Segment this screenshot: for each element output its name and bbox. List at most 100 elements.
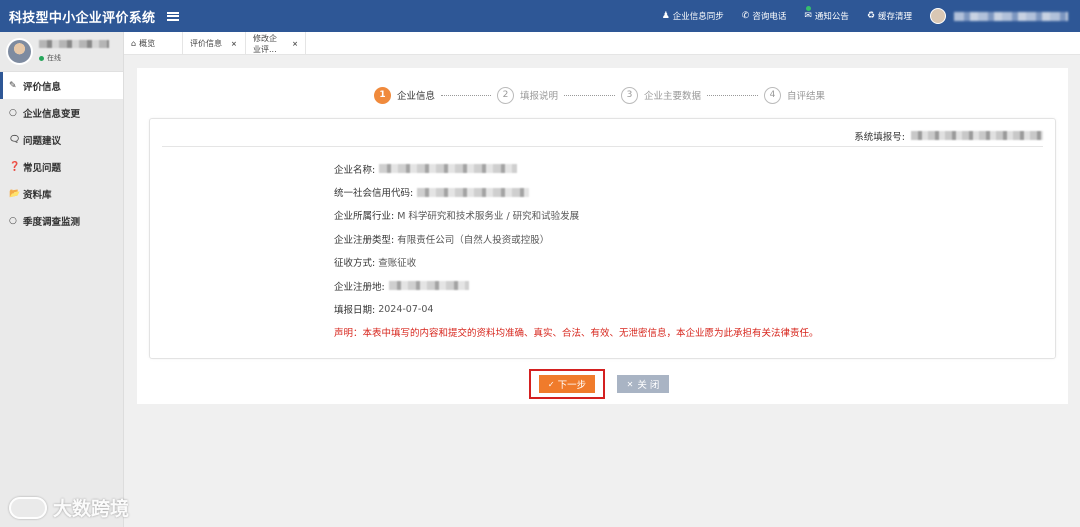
online-status-label: 在线	[47, 54, 61, 62]
menu-toggle-icon[interactable]	[167, 11, 180, 21]
field-industry: 企业所属行业: M 科学研究和技术服务业 / 研究和试验发展	[334, 204, 819, 227]
step-label: 填报说明	[520, 91, 559, 102]
clear-cache-label: 缓存清理	[877, 12, 912, 22]
consult-phone-label: 咨询电话	[752, 12, 787, 22]
field-report-date: 填报日期: 2024-07-04	[334, 297, 819, 320]
sidebar-item-suggestions[interactable]: 🗨 问题建议	[0, 126, 123, 153]
sidebar-item-faq[interactable]: ❓ 常见问题	[0, 153, 123, 180]
mail-icon: ✉	[804, 11, 812, 21]
sidebar-avatar	[6, 38, 33, 65]
circle-icon: ○	[9, 215, 17, 226]
step-number: 2	[497, 86, 515, 104]
sidebar-item-label: 常见问题	[23, 162, 62, 174]
sync-company-info-button[interactable]: ♟ 企业信息同步	[662, 10, 724, 22]
field-label: 企业注册类型:	[334, 234, 395, 246]
step-number: 1	[374, 86, 391, 104]
sidebar-item-label: 资料库	[23, 189, 52, 201]
sidebar-item-label: 企业信息变更	[23, 108, 81, 120]
redacted-value	[379, 164, 518, 174]
sidebar-item-company-change[interactable]: ○ 企业信息变更	[0, 99, 123, 126]
field-value: 查账征收	[378, 258, 417, 270]
clear-cache-button[interactable]: ♻ 缓存清理	[867, 10, 912, 22]
next-step-button[interactable]: ✓ 下一步	[539, 375, 595, 393]
highlight-box: ✓ 下一步	[529, 369, 605, 399]
online-dot-icon	[39, 55, 44, 61]
folder-icon: 📂	[9, 188, 21, 199]
watermark-logo-icon	[9, 496, 47, 519]
comment-icon: 🗨	[9, 134, 21, 145]
company-info-card: 系统填报号: 企业名称: 统一社会信用代码: 企业所属行业: M 科学研究和技术…	[149, 118, 1056, 359]
step-main-data: 3 企业主要数据	[621, 86, 702, 104]
step-connector	[441, 94, 492, 96]
field-label: 填报日期:	[334, 305, 376, 317]
field-value: M 科学研究和技术服务业 / 研究和试验发展	[397, 211, 580, 223]
phone-icon: ✆	[741, 11, 750, 21]
field-registration-place: 企业注册地:	[334, 274, 819, 297]
redacted-value	[388, 281, 469, 291]
watermark-text: 大数跨境	[53, 498, 130, 520]
field-value: 有限责任公司（自然人投资或控股）	[397, 234, 550, 246]
notice-button[interactable]: ✉ 通知公告	[804, 6, 849, 22]
tab-evaluation-info[interactable]: 评价信息 ×	[183, 32, 246, 55]
close-icon[interactable]: ×	[292, 40, 298, 48]
step-connector	[564, 94, 616, 96]
legal-declaration: 声明：本表中填写的内容和提交的资料均准确、真实、合法、有效、无泄密信息，本企业愿…	[334, 328, 819, 340]
field-label: 企业注册地:	[334, 281, 385, 293]
step-label: 自评结果	[787, 91, 826, 102]
next-step-label: 下一步	[557, 380, 587, 391]
tab-overview[interactable]: ⌂ 概览	[124, 32, 183, 55]
company-fields: 企业名称: 统一社会信用代码: 企业所属行业: M 科学研究和技术服务业 / 研…	[334, 157, 819, 344]
watermark: 大数跨境	[9, 494, 129, 521]
close-label: 关 闭	[637, 380, 660, 391]
tab-label: 概览	[139, 39, 156, 48]
sidebar-item-quarterly-survey[interactable]: ○ 季度调查监测	[0, 207, 123, 234]
redacted-sidebar-user-name	[39, 40, 109, 48]
step-label: 企业主要数据	[644, 91, 702, 102]
tab-label: 评价信息	[190, 39, 222, 48]
sidebar-item-label: 问题建议	[23, 135, 62, 147]
check-circle-icon: ✓	[547, 379, 555, 389]
top-bar: 科技型中小企业评价系统 ♟ 企业信息同步 ✆ 咨询电话 ✉ 通知公告 ♻ 缓存清…	[0, 0, 1080, 32]
field-label: 统一社会信用代码:	[334, 188, 414, 200]
tab-label: 修改企业评...	[253, 33, 277, 54]
top-actions: ♟ 企业信息同步 ✆ 咨询电话 ✉ 通知公告 ♻ 缓存清理	[644, 0, 1068, 32]
app-title: 科技型中小企业评价系统	[9, 10, 156, 26]
form-actions: ✓ 下一步 ✕ 关 闭	[529, 369, 669, 399]
sidebar-user: 在线	[0, 32, 123, 72]
system-number-row: 系统填报号:	[162, 125, 1043, 147]
field-label: 企业名称:	[334, 164, 376, 176]
step-company-info: 1 企业信息	[374, 86, 436, 104]
sidebar-item-library[interactable]: 📂 资料库	[0, 180, 123, 207]
circle-icon: ○	[9, 107, 17, 118]
avatar	[930, 8, 946, 24]
main-panel: 1 企业信息 2 填报说明 3 企业主要数据 4 自评结果 系统填报号: 企业名…	[137, 68, 1068, 404]
sidebar-item-evaluation-info[interactable]: ✎ 评价信息	[0, 72, 123, 99]
redacted-system-number	[911, 131, 1043, 140]
top-user-menu[interactable]	[930, 8, 1068, 24]
system-number-label: 系统填报号:	[854, 131, 905, 143]
step-label: 企业信息	[397, 91, 436, 102]
step-progress: 1 企业信息 2 填报说明 3 企业主要数据 4 自评结果	[374, 86, 825, 104]
home-icon: ⌂	[131, 39, 137, 48]
close-icon[interactable]: ×	[231, 40, 237, 48]
tab-edit-company-eval[interactable]: 修改企业评... ×	[246, 32, 306, 55]
online-status: 在线	[39, 53, 109, 63]
user-icon: ♟	[661, 11, 670, 21]
field-company-name: 企业名称:	[334, 157, 819, 180]
close-button[interactable]: ✕ 关 闭	[617, 375, 669, 393]
step-self-evaluation: 4 自评结果	[764, 86, 826, 104]
field-value: 2024-07-04	[378, 303, 434, 315]
step-number: 3	[621, 86, 639, 104]
redacted-user-name	[954, 11, 1068, 21]
recycle-icon: ♻	[866, 11, 875, 21]
field-registration-type: 企业注册类型: 有限责任公司（自然人投资或控股）	[334, 227, 819, 250]
question-icon: ❓	[9, 161, 21, 172]
consult-phone-button[interactable]: ✆ 咨询电话	[742, 10, 787, 22]
edit-icon: ✎	[9, 80, 17, 91]
sidebar-item-label: 评价信息	[23, 81, 62, 93]
sync-company-info-label: 企业信息同步	[672, 12, 724, 22]
field-label: 征收方式:	[334, 258, 376, 270]
field-label: 企业所属行业:	[334, 211, 395, 223]
tab-bar: ⌂ 概览 评价信息 × 修改企业评... ×	[124, 32, 1080, 55]
sidebar: 在线 ✎ 评价信息 ○ 企业信息变更 🗨 问题建议 ❓ 常见问题 📂 资料库 ○…	[0, 32, 124, 527]
